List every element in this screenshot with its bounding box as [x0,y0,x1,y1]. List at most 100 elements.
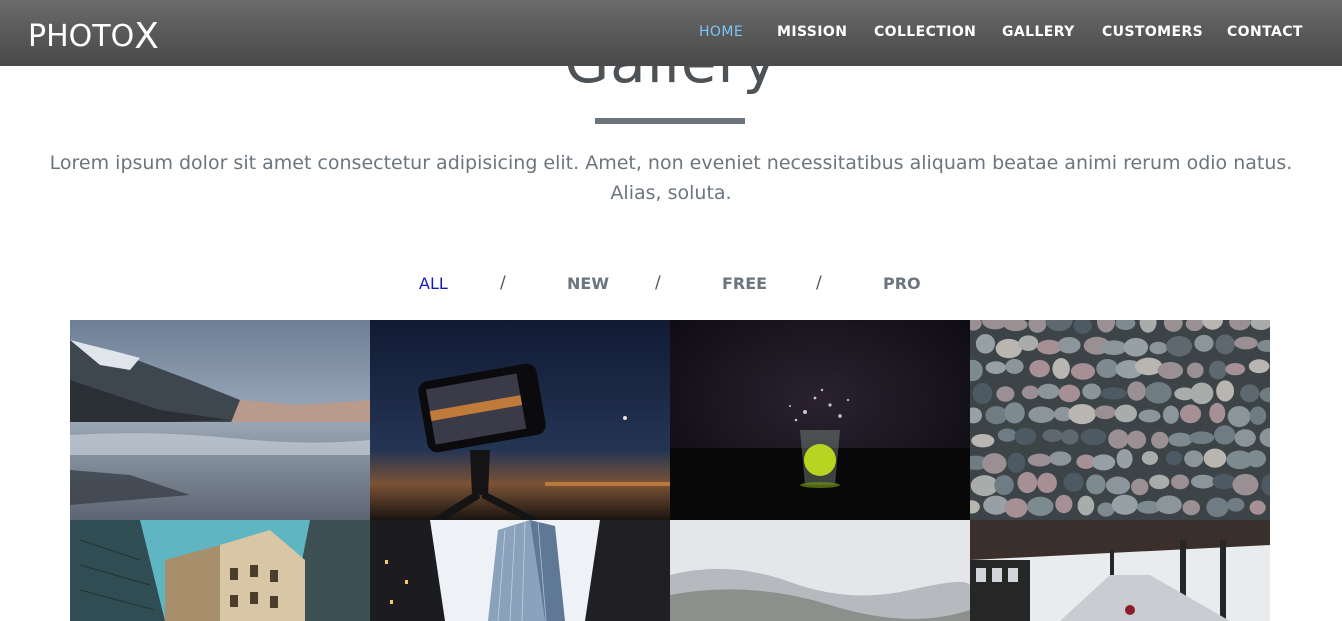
pebble-shape [1138,409,1161,423]
pebble-shape [1123,337,1149,357]
pebble-shape [1094,405,1117,420]
nav-customers[interactable]: CUSTOMERS [1102,24,1203,40]
gallery-photo-skyscraper[interactable] [370,520,670,621]
misty-hills-image [670,520,970,621]
pebble-shape [982,453,1007,474]
pebble-shape [1037,472,1057,494]
lime-splash-image [670,320,970,520]
filter-free[interactable]: FREE [722,274,767,293]
pebble-shape [985,361,1006,374]
filter-new[interactable]: NEW [567,274,609,293]
building-image [70,520,370,621]
pebble-shape [1005,358,1024,374]
pebble-shape [1149,474,1170,490]
pebble-shape [1184,450,1204,468]
pebble-shape [1240,384,1260,403]
pebble-shape [1037,383,1060,400]
gallery-photo-train-station[interactable] [970,520,1270,621]
train-station-image [970,520,1270,621]
gallery-photo-phone-tripod[interactable] [370,320,670,520]
pebble-shape [1027,453,1052,467]
pebble-shape [1028,406,1055,423]
pebble-shape [1017,471,1038,494]
gallery-photo-misty-hills[interactable] [670,520,970,621]
pebble-shape [1209,360,1227,380]
pebble-shape [1052,358,1070,380]
gallery-photo-pebbles[interactable] [970,320,1270,520]
pebble-shape [1151,431,1169,449]
pebble-shape [996,386,1015,402]
pebble-shape [1114,404,1137,423]
logo-text: PHOTO [28,19,135,54]
pebble-shape [1029,359,1050,378]
pebble-shape [1004,498,1028,518]
pebble-shape [1189,431,1215,445]
pebble-shape [1042,429,1063,442]
pebble-shape [1213,425,1236,445]
pebble-shape [1058,384,1081,403]
pebble-shape [1162,405,1179,424]
pebble-shape [1249,406,1267,425]
pebble-shape [1018,335,1039,351]
pebble-shape [1021,385,1039,400]
pebble-shape [1063,472,1084,492]
pebble-shape [995,338,1022,359]
pebble-shape [1055,494,1073,514]
filter-separator: / [816,273,822,293]
phone-tripod-image [370,320,670,520]
pebble-shape [1105,476,1131,495]
gallery-photo-building[interactable] [70,520,370,621]
nav-collection[interactable]: COLLECTION [874,24,976,40]
brand-logo[interactable]: PHOTOX [28,14,159,57]
pebble-shape [1027,496,1054,517]
pebble-shape [1080,428,1107,446]
pebble-shape [1007,452,1026,473]
pebble-shape [1070,363,1096,380]
pebble-shape [1149,341,1168,355]
pebble-shape [997,428,1017,442]
filter-pro[interactable]: PRO [883,274,921,293]
pebble-shape [1225,363,1246,376]
pebble-shape [1086,474,1106,495]
pebble-shape [1234,429,1256,447]
filter-all[interactable]: ALL [419,274,448,293]
pebble-shape [1108,429,1129,449]
pebble-shape [1165,450,1183,466]
pebble-shape [1234,336,1258,350]
pebble-shape [1168,432,1193,447]
pebble-shape [1116,449,1133,469]
pebble-shape [985,406,1008,425]
pebble-shape [1156,495,1182,515]
pebble-shape [1249,500,1266,515]
pebble-shape [1206,497,1229,518]
pebble-shape [1068,404,1096,425]
pebble-shape [1166,336,1193,357]
nav-contact[interactable]: CONTACT [1227,24,1303,40]
nav-home[interactable]: HOME [699,24,743,40]
pebble-shape [1126,430,1147,449]
pebble-shape [1100,340,1128,356]
nav-gallery[interactable]: GALLERY [1002,24,1075,40]
pebble-shape [1157,361,1184,380]
pebble-shape [1182,500,1200,516]
pebble-shape [1141,451,1159,465]
pebble-shape [1194,334,1214,352]
navbar: PHOTOX HOME MISSION COLLECTION GALLERY C… [0,0,1342,66]
pebble-shape [971,433,995,448]
title-divider [595,118,745,124]
gallery-photo-lime-splash[interactable] [670,320,970,520]
nav-mission[interactable]: MISSION [777,24,847,40]
pebble-shape [1216,380,1235,402]
pebble-shape [1049,451,1072,466]
filter-separator: / [500,273,506,293]
pebble-shape [1082,383,1101,400]
pebble-shape [1232,473,1259,496]
pebble-shape [1203,448,1227,468]
pebble-shape [1004,402,1025,424]
gallery-photo-mountain-lake[interactable] [70,320,370,520]
pebble-shape [1170,474,1190,490]
logo-x: X [134,16,159,57]
pebble-shape [975,333,996,354]
pebble-shape [1077,495,1095,516]
pebble-shape [1131,478,1149,496]
